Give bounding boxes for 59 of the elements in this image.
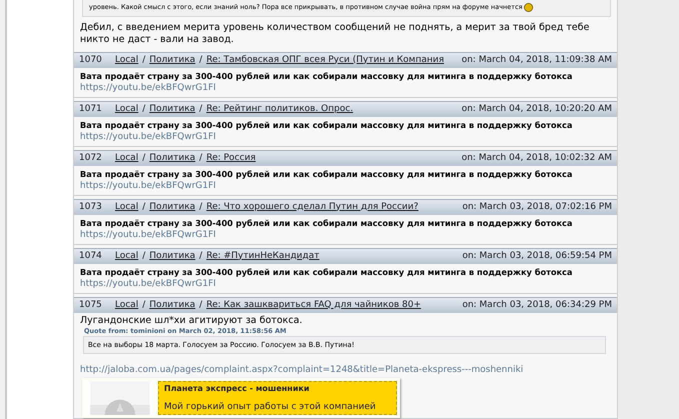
topic-link[interactable]: Re: Как зашквариться FAQ для чайников 80+ [206,298,422,312]
topic-link[interactable]: Re: Тамбовская ОПГ всея Руси (Путин и Компания [206,54,444,67]
post-date: on: March 03, 2018, 06:34:29 PM [462,298,612,312]
preview-text: Мой горький опыт работы с этой компанией [164,402,377,412]
breadcrumb-separator: / [199,298,202,312]
topic-link[interactable]: Re: Россия [206,152,256,165]
breadcrumb-separator: / [199,200,202,214]
post-number: 1074 [79,250,103,262]
post-date: on: March 03, 2018, 06:59:54 PM [462,250,612,262]
link-preview-card[interactable]: Планета экспресс - мошенники Мой горький опыт работы с этой компанией [82,378,400,418]
category-link[interactable]: Политика [149,54,196,67]
post-title: Вата продаёт страну за 300-400 рублей или как собирали массовку для митинга в поддержку ботокса [80,266,574,278]
category-link[interactable]: Политика [149,250,196,263]
category-link[interactable]: Политика [149,152,196,165]
post-title: Вата продаёт страну за 300-400 рублей или как собирали массовку для митинга в поддержку ботокса [80,168,574,180]
post-title: Вата продаёт страну за 300-400 рублей или как собирали массовку для митинга в поддержку ботокса [80,216,574,229]
breadcrumb-separator: / [142,200,146,214]
post-text: Лугандонские шл*хи агитируют за ботокса. [80,314,304,327]
breadcrumb-separator: / [199,102,202,116]
breadcrumb-separator: / [142,298,146,312]
video-link[interactable]: https://youtu.be/ekBFQwrG1FI [80,278,216,289]
board-link[interactable]: Local [115,200,138,214]
board-link[interactable]: Local [115,102,138,116]
post-number: 1073 [79,200,103,214]
breadcrumb-separator: / [142,152,146,164]
topic-link[interactable]: Re: #ПутинНеКандидат [206,250,320,263]
breadcrumb-separator: / [142,250,146,262]
topic-link[interactable]: Re: Что хорошего сделал Путин для России? [206,200,418,214]
post-text: Дебил, с введением мерита уровень количеством сообщений не поднять, а мерит за твой бред тебе никто не даст - вали на завод. [80,22,590,46]
video-link[interactable]: https://youtu.be/ekBFQwrG1FI [80,180,216,191]
video-link[interactable]: https://youtu.be/ekBFQwrG1FI [80,230,216,240]
post-date: on: March 03, 2018, 07:02:16 PM [462,200,612,214]
post-number: 1070 [79,54,103,66]
preview-title: Планета экспресс - мошенники [164,384,310,394]
post-date: on: March 04, 2018, 10:20:20 AM [462,102,612,116]
post-date: on: March 04, 2018, 11:09:38 AM [462,54,612,66]
board-link[interactable]: Local [115,54,138,67]
category-link[interactable]: Политика [149,298,196,312]
post-number: 1071 [79,102,103,116]
category-link[interactable]: Политика [149,200,196,214]
complaint-link[interactable]: http://jaloba.com.ua/pages/complaint.aspx?complaint=1248&title=Planeta-ekspress---moshenniki [80,364,611,376]
board-link[interactable]: Local [115,152,138,165]
post-title: Вата продаёт страну за 300-400 рублей или как собирали массовку для митинга в поддержку ботокса [80,118,574,131]
breadcrumb-separator: / [199,54,202,66]
emoji-icon [524,3,534,12]
video-link[interactable]: https://youtu.be/ekBFQwrG1FI [80,132,216,142]
board-link[interactable]: Local [115,250,138,263]
board-link[interactable]: Local [115,298,138,312]
breadcrumb-separator: / [142,102,146,116]
breadcrumb-separator: / [199,152,202,164]
category-link[interactable]: Политика [149,102,196,116]
topic-link[interactable]: Re: Рейтинг политиков. Опрос. [206,102,354,116]
breadcrumb-separator: / [142,54,146,66]
post-title: Вата продаёт страну за 300-400 рублей или как собирали массовку для митинга в поддержку ботокса [80,70,574,82]
breadcrumb-separator: / [199,250,202,262]
post-number: 1072 [79,152,103,164]
video-link[interactable]: https://youtu.be/ekBFQwrG1FI [80,82,216,93]
post-number: 1075 [79,298,103,312]
post-date: on: March 04, 2018, 10:02:32 AM [462,152,612,164]
